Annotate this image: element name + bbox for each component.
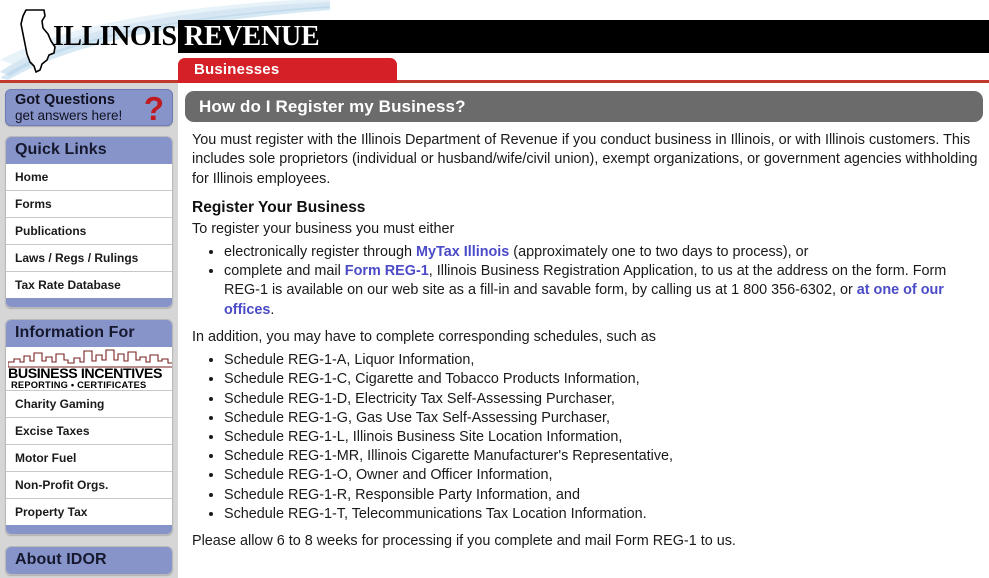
information-for-panel: Information For BUSINESS INCENTIVES REPO… bbox=[5, 319, 173, 535]
page-title: How do I Register my Business? bbox=[199, 96, 466, 116]
got-questions-banner[interactable]: Got Questions get answers here! ? bbox=[5, 89, 173, 127]
sidebar-item-forms[interactable]: Forms bbox=[6, 191, 172, 218]
sidebar: Got Questions get answers here! ? Quick … bbox=[0, 83, 178, 578]
quick-links-title: Quick Links bbox=[6, 137, 172, 164]
option2-pre: complete and mail bbox=[224, 263, 345, 280]
header-red-rule bbox=[0, 80, 989, 83]
question-mark-icon: ? bbox=[143, 90, 164, 127]
option1-pre: electronically register through bbox=[224, 244, 416, 261]
list-item-electronic-register: electronically register through MyTax Il… bbox=[224, 243, 981, 262]
list-item-schedule-reg-1-o: Schedule REG-1-O, Owner and Officer Info… bbox=[224, 466, 981, 485]
wordmark-illinois: ILLINOIS bbox=[53, 21, 177, 52]
sidebar-item-tax-rate-database[interactable]: Tax Rate Database bbox=[6, 272, 172, 298]
sidebar-item-home[interactable]: Home bbox=[6, 164, 172, 191]
section-heading-register: Register Your Business bbox=[192, 199, 366, 217]
schedules-lead: In addition, you may have to complete co… bbox=[192, 328, 656, 345]
list-item-schedule-reg-1-g: Schedule REG-1-G, Gas Use Tax Self-Asses… bbox=[224, 409, 981, 428]
quick-links-panel: Quick Links Home Forms Publications Laws… bbox=[5, 136, 173, 308]
intro-paragraph: You must register with the Illinois Depa… bbox=[192, 132, 978, 187]
about-idor-title: About IDOR bbox=[6, 547, 172, 574]
got-questions-line1: Got Questions bbox=[15, 92, 115, 108]
tab-businesses-label: Businesses bbox=[194, 61, 280, 78]
link-form-reg-1[interactable]: Form REG-1 bbox=[345, 263, 429, 279]
sidebar-item-excise-taxes[interactable]: Excise Taxes bbox=[6, 418, 172, 445]
list-item-schedule-reg-1-a: Schedule REG-1-A, Liquor Information, bbox=[224, 351, 981, 370]
city-skyline-icon bbox=[8, 349, 172, 368]
sidebar-item-property-tax[interactable]: Property Tax bbox=[6, 499, 172, 525]
list-item-schedule-reg-1-mr: Schedule REG-1-MR, Illinois Cigarette Ma… bbox=[224, 447, 981, 466]
schedules-list: Schedule REG-1-A, Liquor Information, Sc… bbox=[192, 351, 981, 524]
information-for-title: Information For bbox=[6, 320, 172, 347]
site-header: ILLINOIS REVENUE Businesses bbox=[0, 0, 989, 83]
tab-businesses[interactable]: Businesses bbox=[178, 58, 397, 83]
list-item-schedule-reg-1-d: Schedule REG-1-D, Electricity Tax Self-A… bbox=[224, 390, 981, 409]
quick-links-panel-footer bbox=[6, 298, 172, 307]
list-item-schedule-reg-1-r: Schedule REG-1-R, Responsible Party Info… bbox=[224, 486, 981, 505]
sidebar-item-publications[interactable]: Publications bbox=[6, 218, 172, 245]
page-body: Got Questions get answers here! ? Quick … bbox=[0, 83, 989, 578]
got-questions-line2: get answers here! bbox=[15, 108, 123, 123]
list-item-schedule-reg-1-c: Schedule REG-1-C, Cigarette and Tobacco … bbox=[224, 370, 981, 389]
closing-paragraph: Please allow 6 to 8 weeks for processing… bbox=[192, 533, 736, 550]
list-item-schedule-reg-1-t: Schedule REG-1-T, Telecommunications Tax… bbox=[224, 505, 981, 524]
wordmark-revenue: REVENUE bbox=[184, 21, 320, 52]
option1-post: (approximately one to two days to proces… bbox=[509, 244, 809, 261]
sidebar-item-charity-gaming[interactable]: Charity Gaming bbox=[6, 391, 172, 418]
option2-post: . bbox=[270, 301, 275, 318]
page-title-bar: How do I Register my Business? bbox=[185, 91, 983, 122]
information-for-panel-footer bbox=[6, 525, 172, 534]
about-idor-panel: About IDOR bbox=[5, 546, 173, 575]
content-body: You must register with the Illinois Depa… bbox=[178, 122, 989, 551]
list-item-mail-form-reg1: complete and mail Form REG-1, Illinois B… bbox=[224, 262, 981, 320]
sidebar-item-non-profit-orgs[interactable]: Non-Profit Orgs. bbox=[6, 472, 172, 499]
sidebar-item-motor-fuel[interactable]: Motor Fuel bbox=[6, 445, 172, 472]
business-incentives-logo[interactable]: BUSINESS INCENTIVES REPORTING • CERTIFIC… bbox=[6, 347, 172, 391]
main-content: How do I Register my Business? You must … bbox=[178, 83, 989, 578]
link-mytax-illinois[interactable]: MyTax Illinois bbox=[416, 244, 509, 260]
list-item-schedule-reg-1-l: Schedule REG-1-L, Illinois Business Site… bbox=[224, 428, 981, 447]
section-lead: To register your business you must eithe… bbox=[192, 220, 455, 237]
register-options-list: electronically register through MyTax Il… bbox=[192, 243, 981, 320]
business-incentives-subtitle: REPORTING • CERTIFICATES bbox=[11, 380, 147, 390]
sidebar-item-laws-regs-rulings[interactable]: Laws / Regs / Rulings bbox=[6, 245, 172, 272]
